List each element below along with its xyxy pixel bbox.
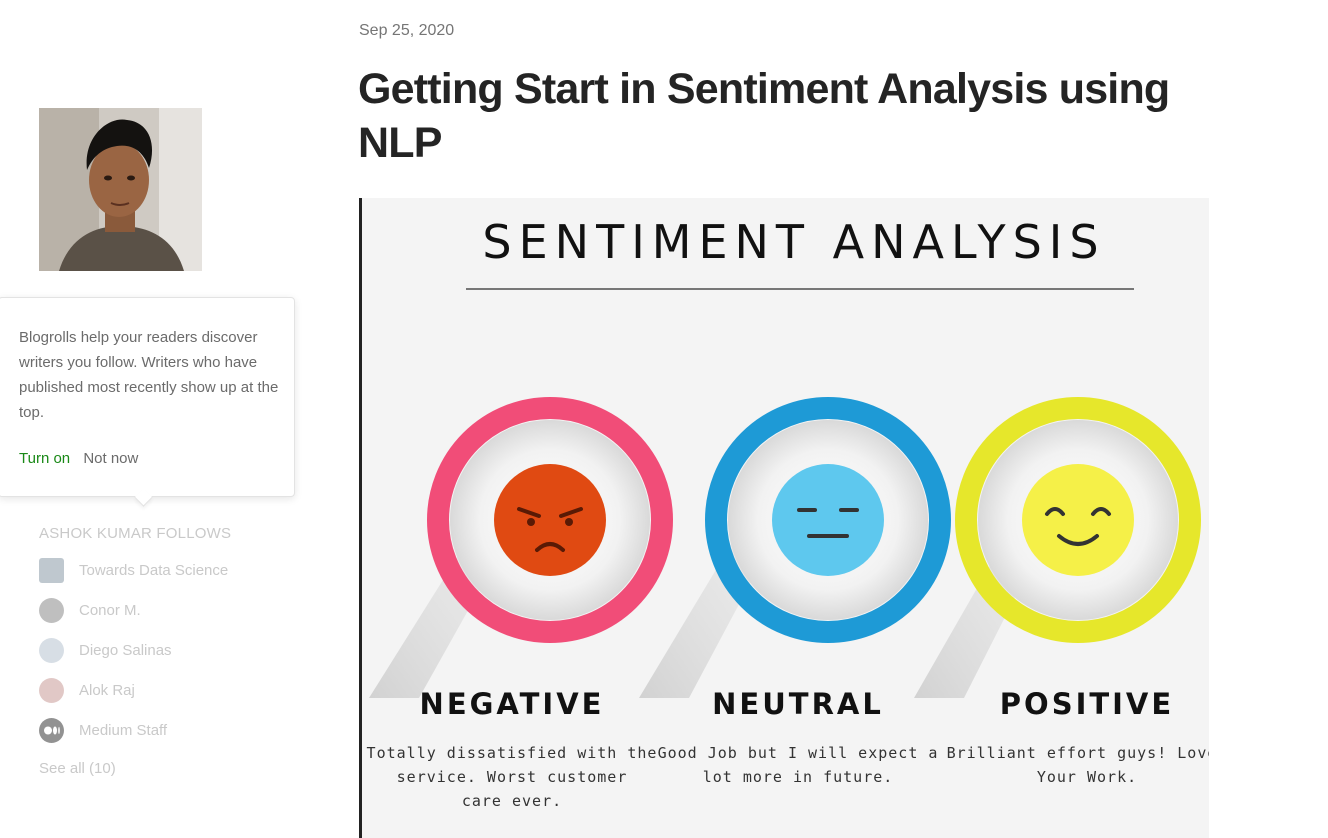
follow-item-medium-staff[interactable]: Medium Staff xyxy=(39,717,167,743)
follow-item-diego[interactable]: Diego Salinas xyxy=(39,637,172,663)
follows-list: ASHOK KUMAR FOLLOWS Towards Data Science… xyxy=(39,524,299,777)
neutral-emoji-icon xyxy=(705,397,951,643)
medium-logo-icon xyxy=(39,717,64,743)
positive-emoji-icon xyxy=(955,397,1201,643)
negative-desc-line: service. Worst customer xyxy=(397,768,628,786)
avatar xyxy=(39,597,64,623)
neutral-desc-line: Good Job but I will expect a xyxy=(658,744,939,762)
hero-image: SENTIMENT ANALYSIS NEGATIVE NEUTRAL POSI… xyxy=(359,198,1209,838)
not-now-button[interactable]: Not now xyxy=(83,450,138,467)
see-all-link[interactable]: See all (10) xyxy=(39,760,116,777)
publish-date: Sep 25, 2020 xyxy=(359,22,455,39)
hero-left-border xyxy=(359,198,362,838)
popover-actions: Turn on Not now xyxy=(19,450,138,467)
positive-label: POSITIVE xyxy=(1000,687,1174,721)
negative-emoji-icon xyxy=(427,397,673,643)
turn-on-button[interactable]: Turn on xyxy=(19,450,70,467)
avatar xyxy=(39,677,64,703)
author-avatar[interactable] xyxy=(39,108,202,271)
hero-heading-rule xyxy=(466,288,1134,290)
neutral-label: NEUTRAL xyxy=(712,687,884,721)
follow-item-alok[interactable]: Alok Raj xyxy=(39,677,135,703)
negative-label: NEGATIVE xyxy=(420,687,605,721)
hero-heading: SENTIMENT ANALYSIS xyxy=(482,215,1105,269)
follow-item-label: Diego Salinas xyxy=(79,641,172,659)
blogroll-popover: Blogrolls help your readers discover wri… xyxy=(0,297,295,497)
avatar xyxy=(39,637,64,663)
publication-icon xyxy=(39,557,64,583)
follow-item-towards-data-science[interactable]: Towards Data Science xyxy=(39,557,228,583)
positive-desc-line: Your Work. xyxy=(1037,768,1137,786)
popover-message: Blogrolls help your readers discover wri… xyxy=(19,329,279,421)
follow-item-label: Alok Raj xyxy=(79,681,135,699)
follow-item-label: Medium Staff xyxy=(79,721,168,739)
article-title: Getting Start in Sentiment Analysis usin… xyxy=(358,65,1170,167)
follow-item-conor[interactable]: Conor M. xyxy=(39,597,141,623)
follow-item-label: Towards Data Science xyxy=(79,561,229,579)
follows-heading: ASHOK KUMAR FOLLOWS xyxy=(39,525,232,542)
positive-desc-line: Brilliant effort guys! Loved xyxy=(947,744,1209,762)
negative-desc-line: Totally dissatisfied with the xyxy=(367,744,658,762)
negative-desc-line: care ever. xyxy=(462,792,562,810)
follow-item-label: Conor M. xyxy=(79,601,141,619)
neutral-desc-line: lot more in future. xyxy=(703,768,894,786)
